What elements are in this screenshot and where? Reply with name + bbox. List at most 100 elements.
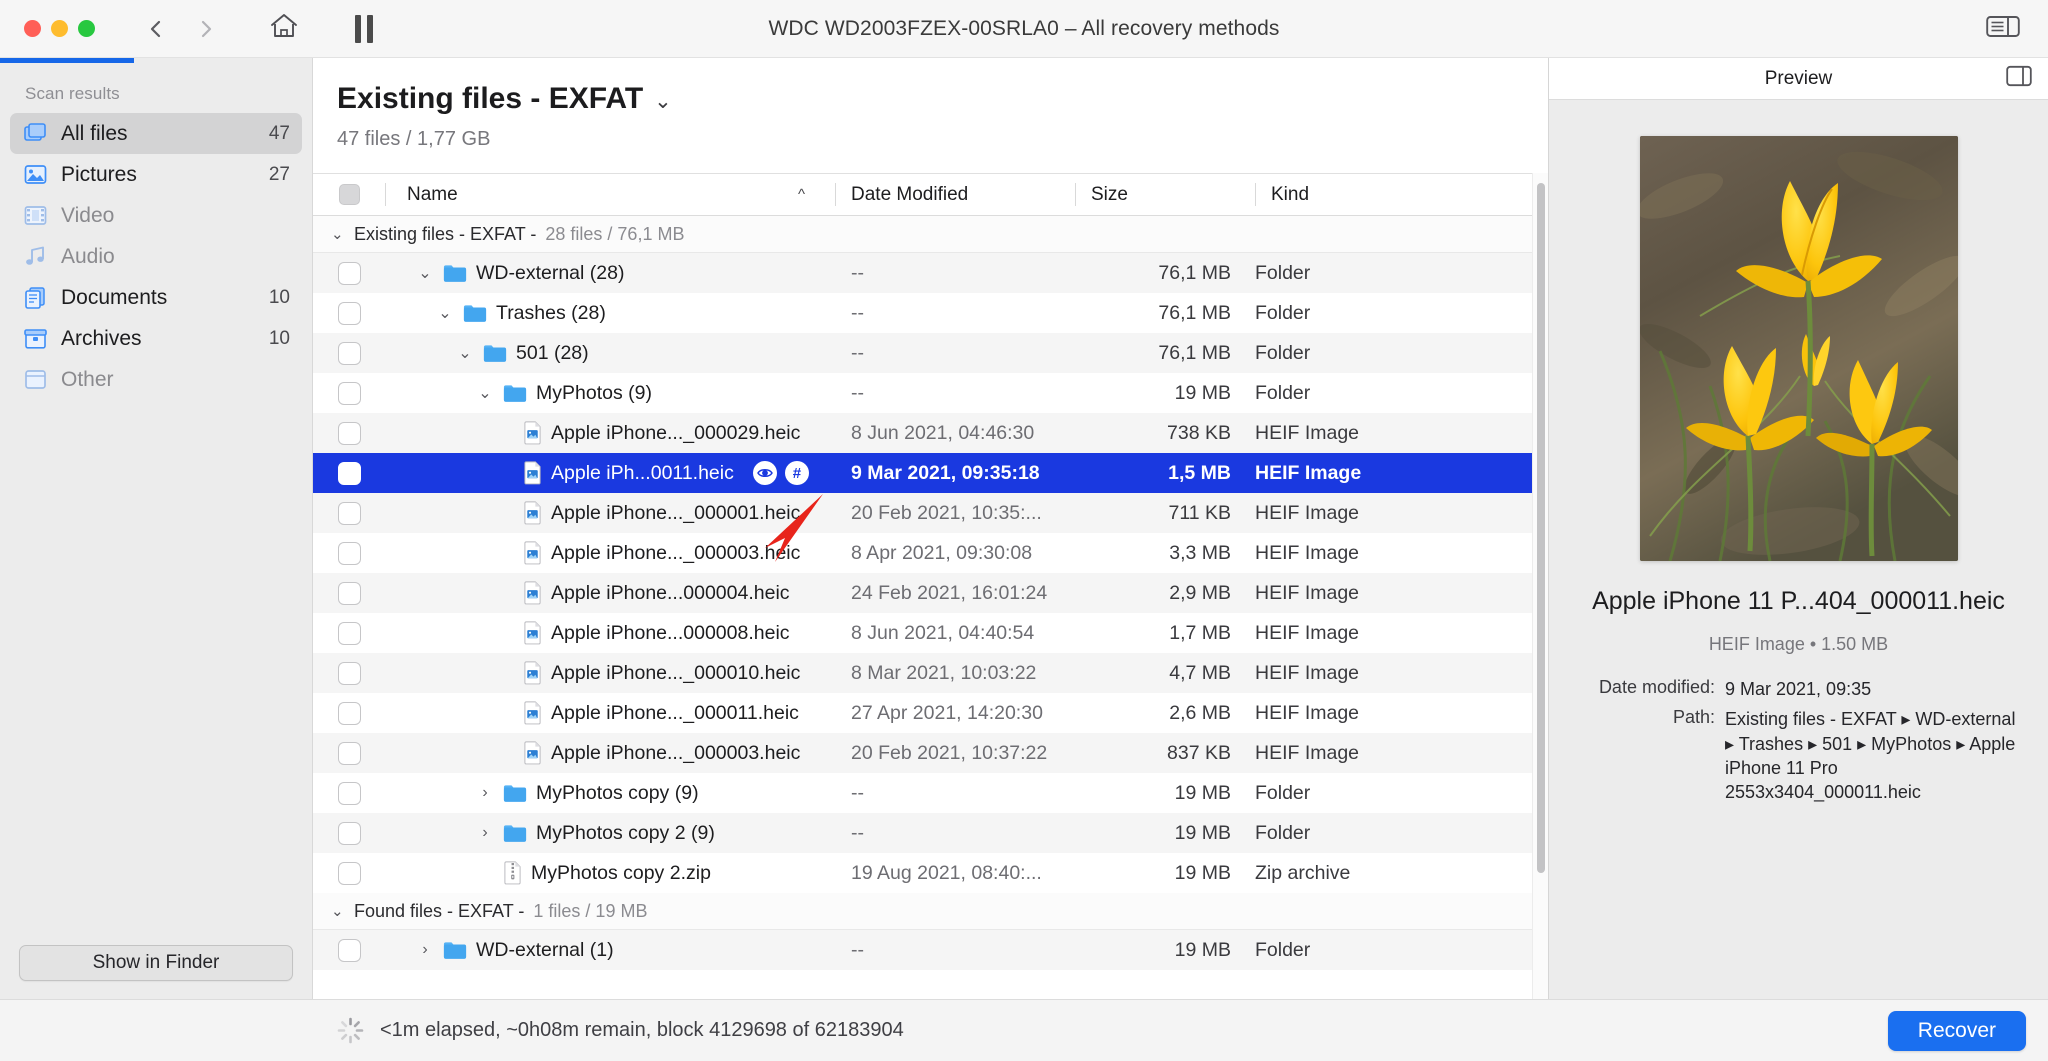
file-list-scrollbar[interactable] (1532, 173, 1548, 999)
table-row[interactable]: › MyPhotos copy 2 (9) -- 19 MB Folder (313, 813, 1532, 853)
disclosure-triangle-open-icon[interactable]: ⌄ (436, 303, 454, 323)
row-checkbox-cell[interactable] (313, 421, 385, 445)
sidebar-item-documents[interactable]: Documents 10 (10, 277, 302, 318)
row-checkbox-cell[interactable] (313, 581, 385, 605)
sidebar-item-all-files[interactable]: All files 47 (10, 113, 302, 154)
row-checkbox[interactable] (337, 501, 361, 525)
row-checkbox[interactable] (337, 781, 361, 805)
row-checkbox[interactable] (337, 621, 361, 645)
table-row[interactable]: Apple iPhone...000008.heic 8 Jun 2021, 04… (313, 613, 1532, 653)
row-checkbox-cell[interactable] (313, 781, 385, 805)
forward-icon[interactable] (195, 18, 217, 40)
row-checkbox[interactable] (337, 741, 361, 765)
sidebar-item-audio[interactable]: Audio (10, 236, 302, 277)
close-button[interactable] (24, 20, 41, 37)
table-row[interactable]: Apple iPhone..._000003.heic 20 Feb 2021, … (313, 733, 1532, 773)
table-row[interactable]: ⌄ WD-external (28) -- 76,1 MB Folder (313, 253, 1532, 293)
table-row[interactable]: Apple iPhone..._000029.heic 8 Jun 2021, 0… (313, 413, 1532, 453)
show-in-finder-button[interactable]: Show in Finder (19, 945, 293, 981)
cell-date-modified: 9 Mar 2021, 09:35:18 (851, 461, 1040, 484)
row-checkbox[interactable] (337, 541, 361, 565)
row-checkbox[interactable] (337, 381, 361, 405)
cell-date-modified: -- (851, 821, 864, 844)
group-label: Existing files - EXFAT - (354, 223, 537, 244)
row-checkbox-cell[interactable] (313, 341, 385, 365)
row-checkbox-cell[interactable] (313, 861, 385, 885)
row-checkbox[interactable] (337, 301, 361, 325)
table-row[interactable]: › MyPhotos copy (9) -- 19 MB Folder (313, 773, 1532, 813)
row-checkbox[interactable] (337, 701, 361, 725)
scrollbar-thumb[interactable] (1537, 183, 1545, 873)
row-checkbox-cell[interactable] (313, 381, 385, 405)
cell-kind: Folder (1255, 301, 1311, 324)
row-checkbox[interactable] (337, 821, 361, 845)
row-checkbox-cell[interactable] (313, 261, 385, 285)
row-checkbox-cell[interactable] (313, 541, 385, 565)
row-checkbox-cell[interactable] (313, 461, 385, 485)
disclosure-triangle-icon[interactable]: ⌄ (331, 902, 345, 920)
table-row[interactable]: › WD-external (1) -- 19 MB Folder (313, 930, 1532, 970)
column-header-kind[interactable]: Kind (1255, 174, 1532, 215)
table-row[interactable]: ⌄ Trashes (28) -- 76,1 MB Folder (313, 293, 1532, 333)
table-row[interactable]: Apple iPhone..._000011.heic 27 Apr 2021, … (313, 693, 1532, 733)
hash-icon[interactable]: # (784, 461, 809, 485)
column-header-date-modified[interactable]: Date Modified (835, 174, 1075, 215)
table-group-row[interactable]: ⌄ Existing files - EXFAT - 28 files / 76,… (313, 216, 1532, 253)
table-row[interactable]: ⌄ MyPhotos (9) -- 19 MB Folder (313, 373, 1532, 413)
row-checkbox[interactable] (337, 581, 361, 605)
table-row[interactable]: Apple iPhone..._000010.heic 8 Mar 2021, 1… (313, 653, 1532, 693)
column-header-size[interactable]: Size (1075, 174, 1255, 215)
table-row[interactable]: Apple iPhone...000004.heic 24 Feb 2021, 1… (313, 573, 1532, 613)
recover-button[interactable]: Recover (1887, 1010, 2026, 1051)
sidebar-toggle-button[interactable] (1986, 14, 2020, 43)
row-checkbox-cell[interactable] (313, 938, 385, 962)
maximize-button[interactable] (78, 20, 95, 37)
row-checkbox-cell[interactable] (313, 741, 385, 765)
row-checkbox[interactable] (337, 938, 361, 962)
disclosure-triangle-closed-icon[interactable]: › (476, 784, 494, 802)
select-all-checkbox[interactable] (338, 184, 360, 205)
cell-name: › MyPhotos copy 2 (9) (385, 822, 835, 845)
row-checkbox-cell[interactable] (313, 821, 385, 845)
minimize-button[interactable] (51, 20, 68, 37)
column-header-name[interactable]: Name ^ (385, 174, 835, 215)
chevron-down-icon[interactable]: ⌄ (654, 89, 672, 114)
disclosure-triangle-closed-icon[interactable]: › (476, 824, 494, 842)
sidebar-item-other[interactable]: Other (10, 359, 302, 400)
folder-icon (443, 265, 467, 282)
row-checkbox[interactable] (337, 341, 361, 365)
back-icon[interactable] (145, 18, 167, 40)
column-header-select-all[interactable] (313, 174, 385, 215)
table-row[interactable]: Apple iPhone..._000003.heic 8 Apr 2021, 0… (313, 533, 1532, 573)
row-checkbox-cell[interactable] (313, 621, 385, 645)
row-checkbox[interactable] (337, 261, 361, 285)
preview-thumbnail[interactable] (1639, 136, 1958, 561)
pause-button[interactable] (355, 14, 373, 43)
table-row[interactable]: MyPhotos copy 2.zip 19 Aug 2021, 08:40:..… (313, 853, 1532, 893)
row-checkbox[interactable] (337, 861, 361, 885)
row-checkbox[interactable] (337, 461, 361, 485)
disclosure-triangle-open-icon[interactable]: ⌄ (476, 383, 494, 403)
disclosure-triangle-icon[interactable]: ⌄ (331, 225, 345, 243)
table-row[interactable]: Apple iPh...0011.heic #9 Mar 2021, 09:35:… (313, 453, 1532, 493)
eye-icon[interactable] (752, 461, 777, 485)
row-checkbox-cell[interactable] (313, 701, 385, 725)
sidebar-item-video[interactable]: Video (10, 195, 302, 236)
table-row[interactable]: Apple iPhone..._000001.heic 20 Feb 2021, … (313, 493, 1532, 533)
row-checkbox-cell[interactable] (313, 501, 385, 525)
table-group-row[interactable]: ⌄ Found files - EXFAT - 1 files / 19 MB (313, 893, 1532, 930)
cell-kind: HEIF Image (1255, 661, 1360, 684)
row-checkbox-cell[interactable] (313, 301, 385, 325)
home-button[interactable] (269, 12, 299, 45)
sidebar-item-pictures[interactable]: Pictures 27 (10, 154, 302, 195)
row-checkbox-cell[interactable] (313, 661, 385, 685)
sidebar-item-archives[interactable]: Archives 10 (10, 318, 302, 359)
disclosure-triangle-open-icon[interactable]: ⌄ (416, 263, 434, 283)
disclosure-triangle-closed-icon[interactable]: › (416, 941, 434, 959)
table-row[interactable]: ⌄ 501 (28) -- 76,1 MB Folder (313, 333, 1532, 373)
page-title[interactable]: Existing files - EXFAT ⌄ (337, 82, 1548, 116)
row-checkbox[interactable] (337, 661, 361, 685)
disclosure-triangle-open-icon[interactable]: ⌄ (456, 343, 474, 363)
expand-panel-icon[interactable] (2006, 65, 2032, 93)
row-checkbox[interactable] (337, 421, 361, 445)
